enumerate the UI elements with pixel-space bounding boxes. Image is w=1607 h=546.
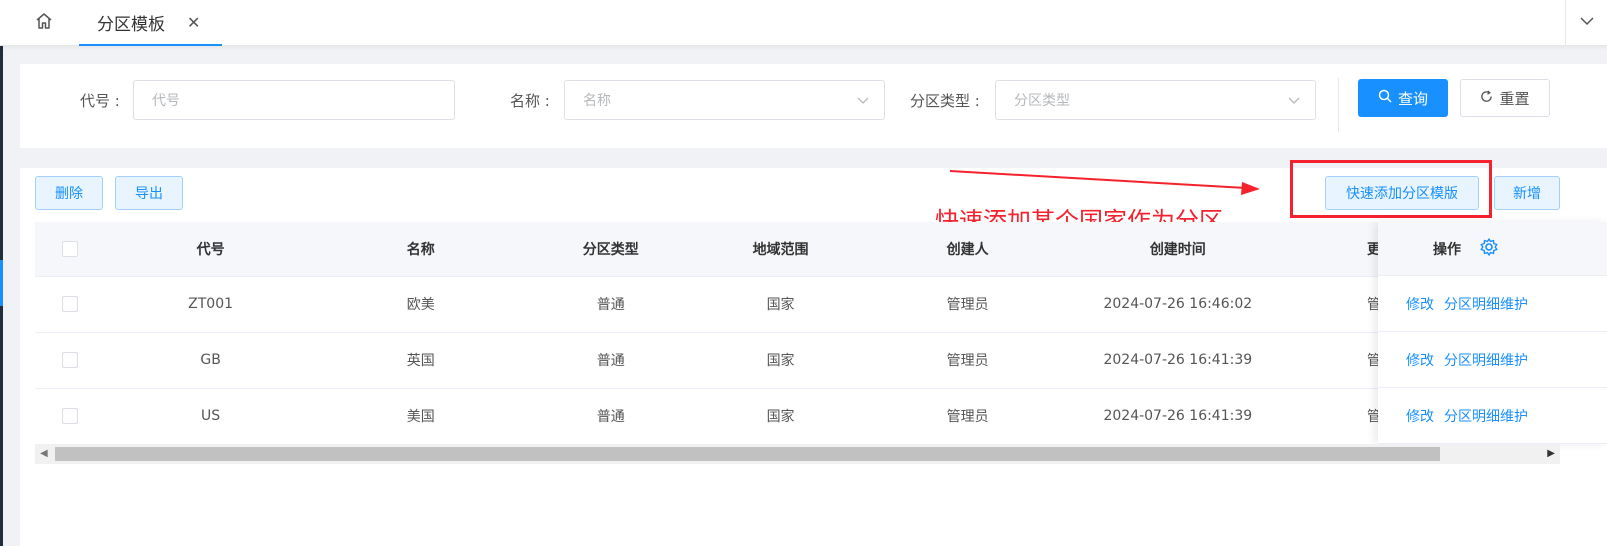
tab-partition-template[interactable]: 分区模板 ✕: [79, 0, 222, 46]
cell-creator: 管理员: [864, 332, 1072, 389]
gear-icon[interactable]: [1479, 237, 1499, 261]
scroll-left-arrow[interactable]: ◀: [40, 448, 48, 459]
col-header[interactable]: 创建时间: [1071, 222, 1285, 277]
home-icon: [34, 11, 54, 35]
col-header[interactable]: 名称: [317, 222, 525, 277]
table-row[interactable]: GB 英国 普通 国家 管理员 2024-07-26 16:41:39 管理员 …: [35, 332, 1555, 389]
type-label: 分区类型 :: [910, 92, 980, 110]
select-all-checkbox-cell: [35, 222, 105, 277]
cell-created: 2024-07-26 16:46:02: [1071, 276, 1285, 333]
divider: [1338, 78, 1339, 132]
left-edge-bar: [0, 0, 3, 546]
scroll-right-arrow[interactable]: ▶: [1547, 448, 1555, 459]
partition-table: 代号 名称 分区类型 地域范围 创建人 创建时间 更新人 更 ZT001 欧美 …: [35, 222, 1555, 445]
delete-button[interactable]: 删除: [35, 176, 103, 210]
operations-row: 修改 分区明细维护: [1378, 276, 1607, 332]
name-placeholder: 名称: [583, 93, 611, 109]
row-checkbox[interactable]: [61, 408, 78, 424]
operations-column: 操作 修改 分区明细维护 修改 分区明细维护 修改 分区明细维护: [1378, 222, 1607, 444]
search-panel: 代号 : 代号 名称 : 名称 分区类型 : 分区类型 查询 重置: [20, 64, 1607, 148]
tab-dropdown[interactable]: [1565, 0, 1607, 46]
cell-code: GB: [104, 332, 318, 389]
col-header[interactable]: 代号: [104, 222, 318, 277]
cell-code: US: [104, 388, 318, 445]
table-row[interactable]: US 美国 普通 国家 管理员 2024-07-26 16:41:39 管理员 …: [35, 388, 1555, 445]
chevron-down-icon: [1287, 93, 1301, 111]
detail-maintain-link[interactable]: 分区明细维护: [1444, 294, 1528, 314]
tab-bar: 分区模板 ✕: [0, 0, 1607, 46]
operations-header-label: 操作: [1433, 241, 1461, 258]
detail-maintain-link[interactable]: 分区明细维护: [1444, 350, 1528, 370]
type-placeholder: 分区类型: [1014, 93, 1070, 109]
export-button[interactable]: 导出: [115, 176, 183, 210]
tab-home[interactable]: [10, 0, 78, 46]
cell-type: 普通: [524, 388, 698, 445]
cell-region: 国家: [697, 388, 865, 445]
refresh-icon: [1480, 89, 1493, 107]
row-checkbox[interactable]: [61, 352, 78, 368]
chevron-down-icon: [1579, 13, 1595, 33]
tab-label: 分区模板: [97, 14, 165, 35]
cell-code: ZT001: [104, 276, 318, 333]
search-icon: [1378, 89, 1392, 107]
row-checkbox[interactable]: [61, 296, 78, 312]
cell-created: 2024-07-26 16:41:39: [1071, 332, 1285, 389]
name-select[interactable]: 名称: [564, 80, 885, 120]
detail-maintain-link[interactable]: 分区明细维护: [1444, 406, 1528, 426]
select-all-checkbox[interactable]: [61, 240, 78, 257]
edit-link[interactable]: 修改: [1406, 406, 1434, 426]
col-header[interactable]: 分区类型: [524, 222, 698, 277]
chevron-down-icon: [856, 93, 870, 111]
cell-name: 欧美: [317, 276, 525, 333]
cell-creator: 管理员: [864, 388, 1072, 445]
edit-link[interactable]: 修改: [1406, 294, 1434, 314]
table-header-row: 代号 名称 分区类型 地域范围 创建人 创建时间 更新人 更: [35, 222, 1555, 277]
edit-link[interactable]: 修改: [1406, 350, 1434, 370]
horizontal-scrollbar[interactable]: ◀ ▶: [35, 444, 1560, 464]
table-row[interactable]: ZT001 欧美 普通 国家 管理员 2024-07-26 16:46:02 管…: [35, 276, 1555, 333]
cell-name: 美国: [317, 388, 525, 445]
name-label: 名称 :: [510, 92, 550, 110]
annotation-arrow: [950, 170, 1260, 195]
reset-button[interactable]: 重置: [1460, 79, 1550, 117]
annotation-highlight-box: [1290, 160, 1492, 218]
table-panel: 删除 导出 快速添加分区模版 新增 快速添加某个国家作为分区 代号 名称 分区类…: [20, 160, 1607, 546]
cell-created: 2024-07-26 16:41:39: [1071, 388, 1285, 445]
code-label: 代号 :: [80, 92, 120, 110]
cell-region: 国家: [697, 332, 865, 389]
col-header[interactable]: 地域范围: [697, 222, 865, 277]
reset-label: 重置: [1499, 89, 1530, 108]
cell-type: 普通: [524, 276, 698, 333]
add-button[interactable]: 新增: [1494, 176, 1560, 210]
operations-row: 修改 分区明细维护: [1378, 388, 1607, 444]
cell-name: 英国: [317, 332, 525, 389]
scrollbar-thumb[interactable]: [55, 447, 1440, 461]
query-button[interactable]: 查询: [1358, 79, 1448, 117]
query-label: 查询: [1397, 89, 1428, 108]
code-placeholder: 代号: [152, 93, 180, 109]
close-icon[interactable]: ✕: [187, 13, 200, 32]
operations-header: 操作: [1378, 222, 1607, 276]
cell-creator: 管理员: [864, 276, 1072, 333]
code-input[interactable]: 代号: [133, 80, 455, 120]
cell-region: 国家: [697, 276, 865, 333]
cell-type: 普通: [524, 332, 698, 389]
operations-row: 修改 分区明细维护: [1378, 332, 1607, 388]
type-select[interactable]: 分区类型: [995, 80, 1316, 120]
col-header[interactable]: 创建人: [864, 222, 1072, 277]
